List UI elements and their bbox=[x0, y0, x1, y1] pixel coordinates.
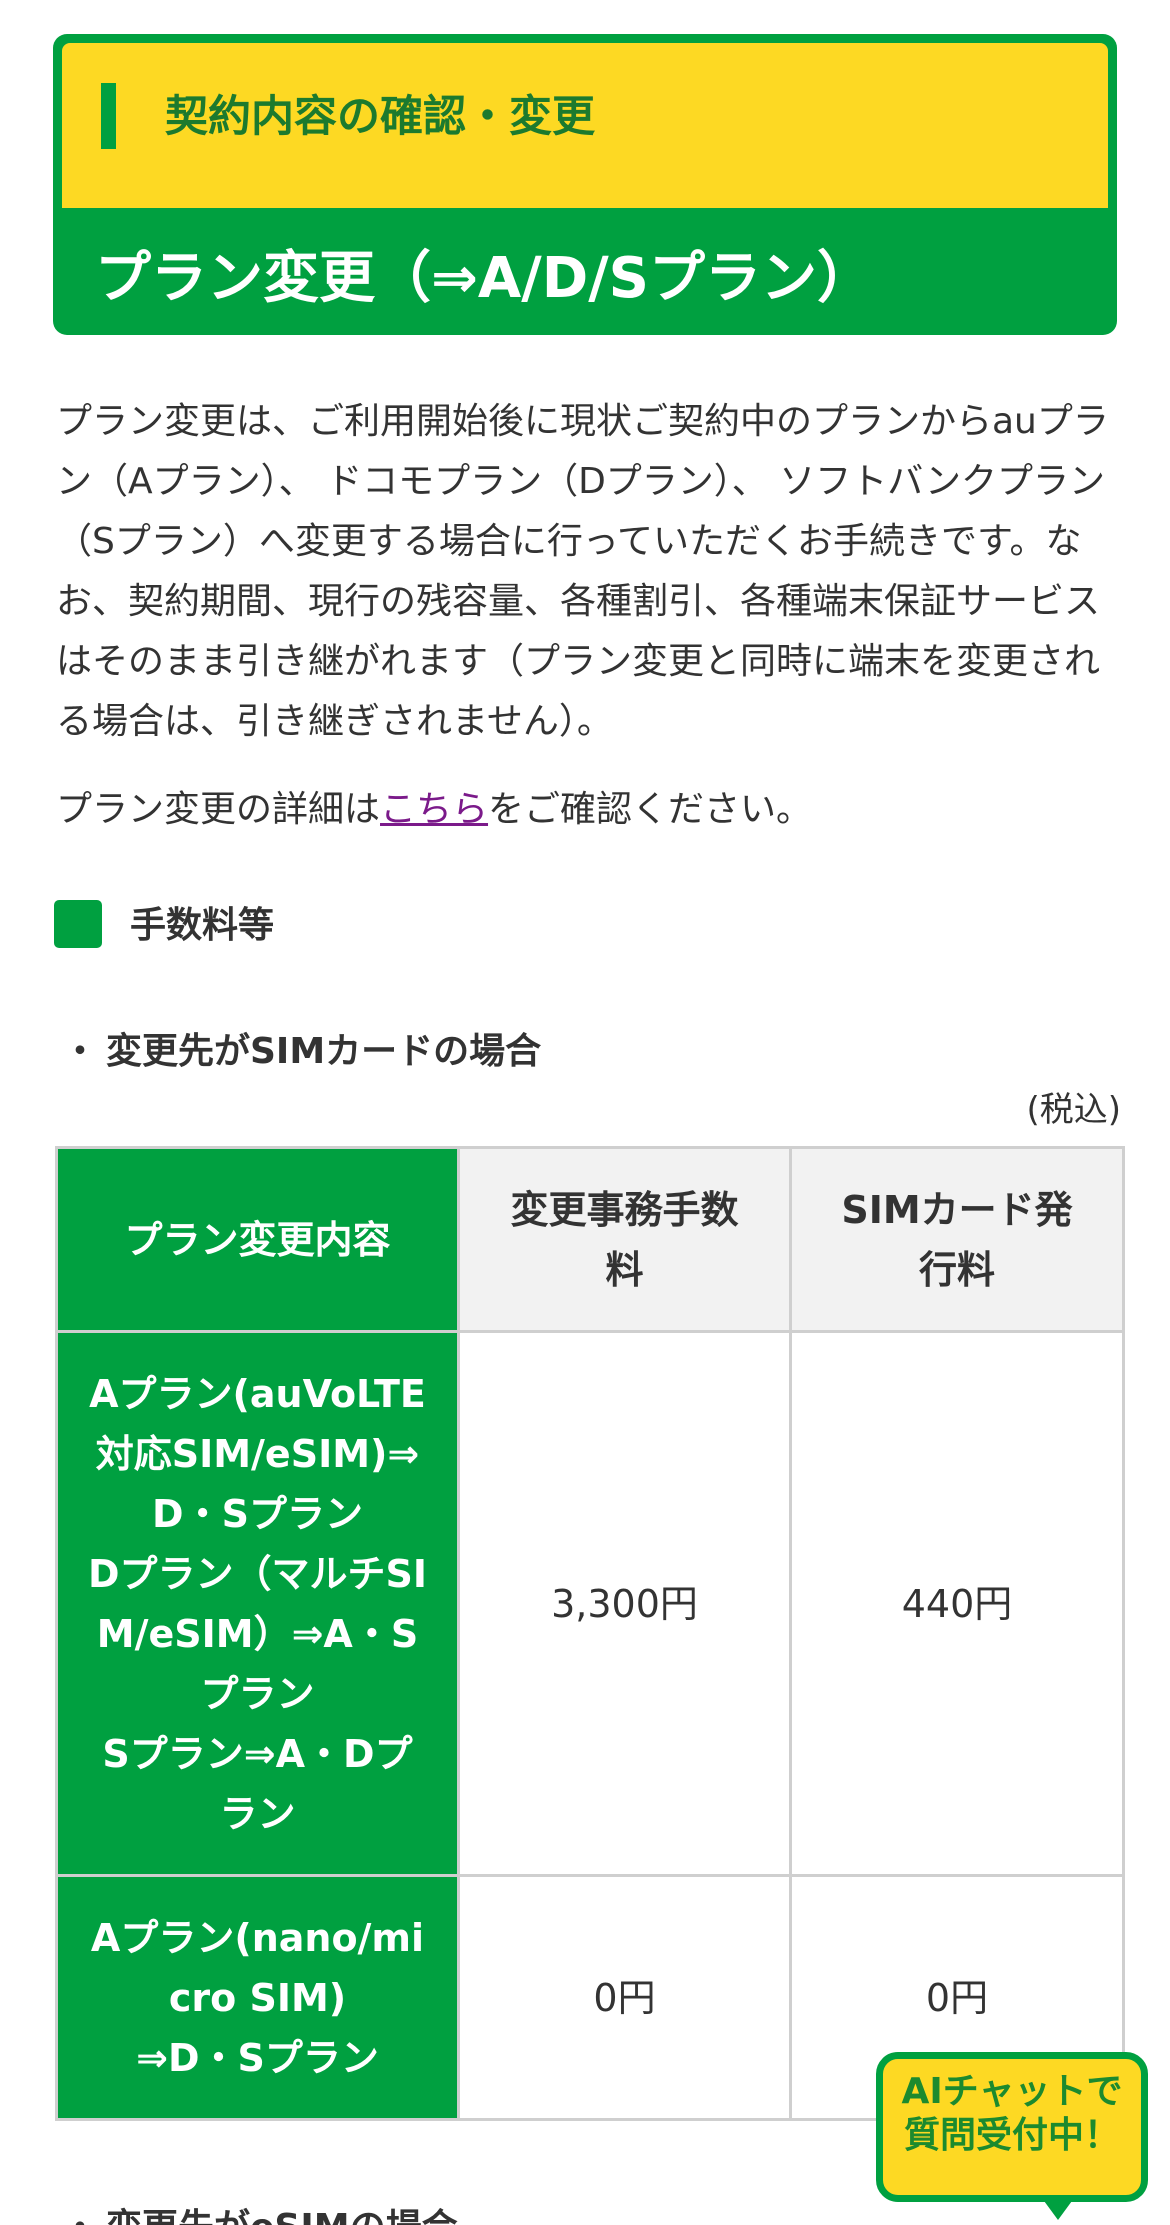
sim-heading: ・変更先がSIMカードの場合 bbox=[62, 1024, 541, 1080]
plan-line: Aプラン(auVoLTE対応SIM/eSIM)⇒D・Sプラン bbox=[89, 1371, 426, 1536]
sim-heading-text: 変更先がSIMカードの場合 bbox=[106, 1031, 542, 1072]
ai-chat-label: AIチャットで 質問受付中！ bbox=[886, 2070, 1138, 2158]
ai-chat-button[interactable]: AIチャットで 質問受付中！ bbox=[876, 2052, 1148, 2225]
detail-prefix: プラン変更の詳細は bbox=[56, 789, 381, 830]
bullet-dot: ・ bbox=[62, 2200, 106, 2225]
plan-line: Sプラン⇒A・Dプラン bbox=[102, 1731, 413, 1836]
plan-line: ⇒D・Sプラン bbox=[136, 2035, 379, 2080]
ai-chat-line2: 質問受付中！ bbox=[903, 2115, 1120, 2156]
header-accent-bar bbox=[101, 83, 116, 149]
bullet-dot: ・ bbox=[62, 1031, 99, 1072]
detail-link[interactable]: こちら bbox=[380, 789, 488, 830]
header-banner: 契約内容の確認・変更 bbox=[62, 43, 1108, 208]
page-header-card: 契約内容の確認・変更 プラン変更（⇒A/D/Sプラン） bbox=[53, 34, 1117, 335]
page-title: プラン変更（⇒A/D/Sプラン） bbox=[95, 246, 873, 311]
ai-chat-line1: AIチャットで bbox=[901, 2071, 1123, 2112]
plan-line: Dプラン（マルチSIM/eSIM）⇒A・Sプラン bbox=[87, 1551, 428, 1716]
row-fee-cell: 3,300円 bbox=[457, 1330, 792, 1877]
esim-heading: ・変更先がeSIMの場合 bbox=[62, 2200, 458, 2225]
esim-heading-text: 変更先がeSIMの場合 bbox=[106, 2207, 458, 2225]
page: 契約内容の確認・変更 プラン変更（⇒A/D/Sプラン） プラン変更は、ご利用開始… bbox=[0, 0, 1170, 2225]
detail-suffix: をご確認ください。 bbox=[488, 789, 813, 830]
table-header-row: プラン変更内容 変更事務手数料 SIMカード発行料 bbox=[55, 1146, 1125, 1333]
row-sim-fee-cell: 440円 bbox=[789, 1330, 1125, 1877]
section-square-icon bbox=[54, 900, 102, 948]
section-title: 手数料等 bbox=[130, 905, 275, 946]
table-row: Aプラン(auVoLTE対応SIM/eSIM)⇒D・Sプラン Dプラン（マルチS… bbox=[55, 1330, 1125, 1877]
fee-table: プラン変更内容 変更事務手数料 SIMカード発行料 Aプラン(auVoLTE対応… bbox=[55, 1146, 1125, 2121]
col-header-fee: 変更事務手数料 bbox=[457, 1146, 792, 1333]
header-subtitle: 契約内容の確認・変更 bbox=[165, 92, 595, 142]
col-header-plan: プラン変更内容 bbox=[55, 1146, 460, 1333]
detail-text: プラン変更の詳細はこちらをご確認ください。 bbox=[56, 780, 1116, 840]
tax-note: (税込) bbox=[1026, 1090, 1121, 1130]
col-header-sim-fee: SIMカード発行料 bbox=[789, 1146, 1125, 1333]
row-fee-cell: 0円 bbox=[457, 1874, 792, 2121]
plan-line: Aプラン(nano/micro SIM) bbox=[90, 1915, 425, 2020]
row-plan-cell: Aプラン(nano/micro SIM) ⇒D・Sプラン bbox=[55, 1874, 460, 2121]
intro-text: プラン変更は、ご利用開始後に現状ご契約中のプランからauプラン（Aプラン）、 ド… bbox=[56, 401, 1109, 742]
row-plan-cell: Aプラン(auVoLTE対応SIM/eSIM)⇒D・Sプラン Dプラン（マルチS… bbox=[55, 1330, 460, 1877]
